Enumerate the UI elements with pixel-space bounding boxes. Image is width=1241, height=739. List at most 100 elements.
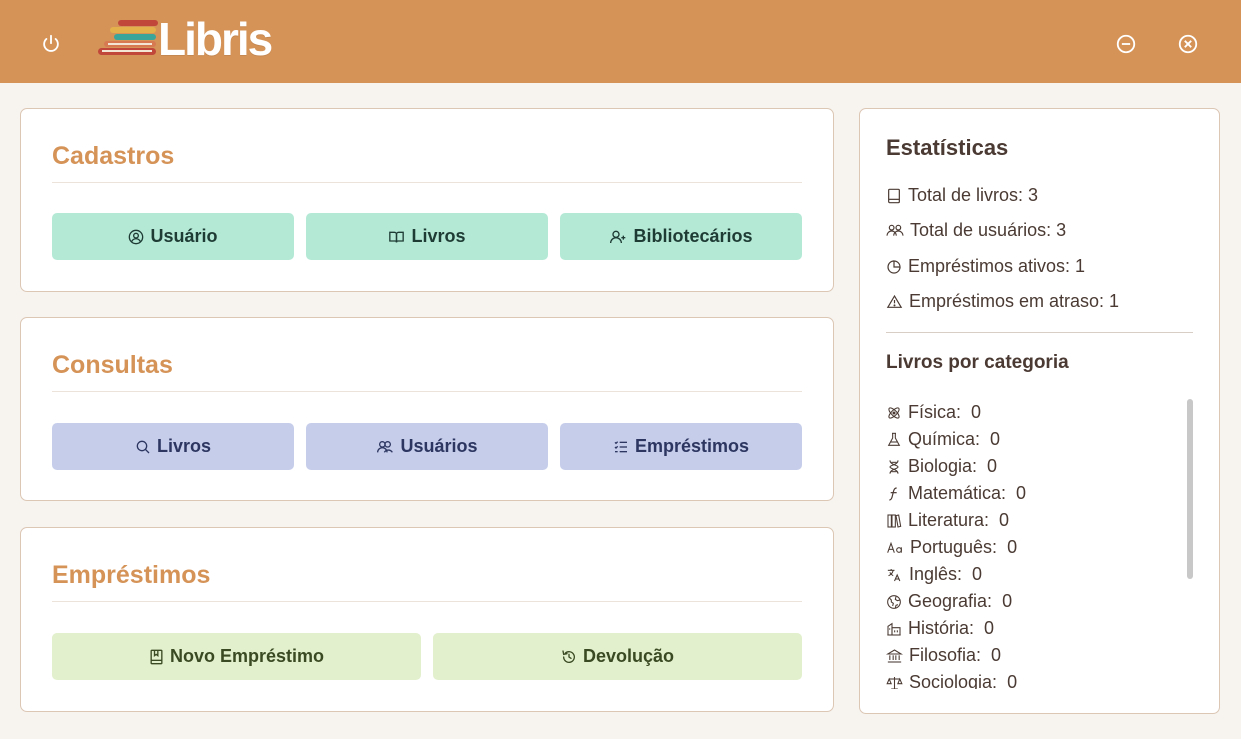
book-icon [888,188,900,203]
app-logo: Libris [96,13,273,65]
consultas-title: Consultas [52,351,173,379]
category-count: 0 [990,429,1001,449]
consulta-usuarios-label: Usuários [400,436,478,456]
category-item: Geografia: 0 [886,588,1176,615]
consulta-emprestimos-button[interactable]: Empréstimos [560,423,802,470]
category-name: Geografia: [908,591,993,611]
novo-emprestimo-label: Novo Empréstimo [169,646,325,666]
category-item: Sociologia: 0 [886,669,1176,689]
warning-icon [886,294,903,308]
stats-card: Estatísticas Total de livros: 3 Total de… [859,108,1220,714]
category-item: Matemática: 0 [886,480,1176,507]
category-item: Português: 0 [886,534,1176,561]
emprestimos-ativos-text: Empréstimos ativos: 1 [908,256,1086,276]
emprestimos-card: Empréstimos Novo Empréstimo Devolução [20,527,834,712]
total-usuarios-text: Total de usuários: 3 [910,220,1067,240]
category-name: História: [908,618,975,638]
consulta-usuarios-button[interactable]: Usuários [306,423,548,470]
category-count: 0 [991,645,1002,665]
devolucao-label: Devolução [582,646,675,666]
total-livros-text: Total de livros: 3 [908,185,1039,205]
category-count: 0 [999,510,1010,530]
power-icon[interactable] [40,33,62,55]
emprestimos-ativos-stat: Empréstimos ativos: 1 [886,256,1085,277]
category-name: Química: [908,429,981,449]
divider [52,391,802,392]
category-item: História: 0 [886,615,1176,642]
usuario-button-label: Usuário [150,226,218,246]
scale-icon [886,676,903,689]
category-count: 0 [1016,483,1027,503]
stats-divider [886,332,1193,333]
logo-text: Libris [158,13,273,65]
category-name: Sociologia: [909,672,998,689]
total-livros-stat: Total de livros: 3 [886,185,1038,206]
category-item: Inglês: 0 [886,561,1176,588]
flask-icon [887,432,901,446]
cadastros-card: Cadastros Usuário Livros Bibliotecários [20,108,834,292]
translate-icon [887,568,901,581]
category-name: Biologia: [908,456,978,476]
category-count: 0 [984,618,995,638]
category-scrollbar[interactable] [1187,399,1193,579]
category-name: Matemática: [908,483,1007,503]
category-item: Filosofia: 0 [886,642,1176,669]
category-count: 0 [1007,537,1018,557]
category-name: Literatura: [908,510,990,530]
category-count: 0 [1007,672,1018,689]
category-count: 0 [972,564,983,584]
bibliotecarios-label: Bibliotecários [633,226,753,246]
users-icon [886,224,904,236]
consulta-livros-label: Livros [156,436,212,456]
undo-icon [562,649,575,663]
category-item: Biologia: 0 [886,453,1176,480]
category-count: 0 [971,402,982,422]
building-icon [887,622,901,636]
search-icon [136,440,150,453]
novo-emprestimo-button[interactable]: Novo Empréstimo [52,633,421,680]
top-bar: Libris [0,0,1241,83]
consulta-emprestimos-label: Empréstimos [634,436,750,456]
minimize-icon[interactable] [1115,33,1137,55]
stats-title: Estatísticas [886,135,1009,160]
cadastros-title: Cadastros [52,142,175,170]
text-aa-icon [887,541,902,553]
bank-icon [886,648,903,663]
emprestimos-atraso-text: Empréstimos em atraso: 1 [909,291,1120,311]
function-icon [889,486,897,501]
cadastro-livros-button[interactable]: Livros [306,213,548,260]
user-circle-icon [129,229,144,244]
books-logo-icon [96,17,160,61]
category-count: 0 [987,456,998,476]
category-count: 0 [1002,591,1013,611]
emprestimos-atraso-stat: Empréstimos em atraso: 1 [886,291,1119,312]
category-item: Física: 0 [886,399,1176,426]
consultas-card: Consultas Livros Usuários Empréstimos [20,317,834,501]
book-open-icon [389,231,405,242]
divider [52,601,802,602]
bookmark-book-icon [150,649,163,664]
bibliotecarios-button[interactable]: Bibliotecários [560,213,802,260]
devolucao-button[interactable]: Devolução [433,633,802,680]
atom-icon [888,406,900,419]
category-name: Física: [908,402,962,422]
category-list[interactable]: Física: 0 Química: 0 Biologia: 0 Matemática… [886,399,1176,689]
clock-pie-icon [887,259,901,274]
category-name: Inglês: [909,564,963,584]
checklist-icon [614,440,627,452]
category-item: Química: 0 [886,426,1176,453]
books-icon [887,513,902,528]
category-name: Filosofia: [909,645,982,665]
category-title: Livros por categoria [886,352,1069,373]
consulta-livros-button[interactable]: Livros [52,423,294,470]
cadastro-livros-label: Livros [411,226,466,246]
close-icon[interactable] [1177,33,1199,55]
divider [52,182,802,183]
globe-icon [887,594,901,609]
users-icon [377,440,394,453]
usuario-button[interactable]: Usuário [52,213,294,260]
total-usuarios-stat: Total de usuários: 3 [886,220,1066,241]
category-item: Literatura: 0 [886,507,1176,534]
category-name: Português: [910,537,998,557]
dna-icon [889,459,899,474]
